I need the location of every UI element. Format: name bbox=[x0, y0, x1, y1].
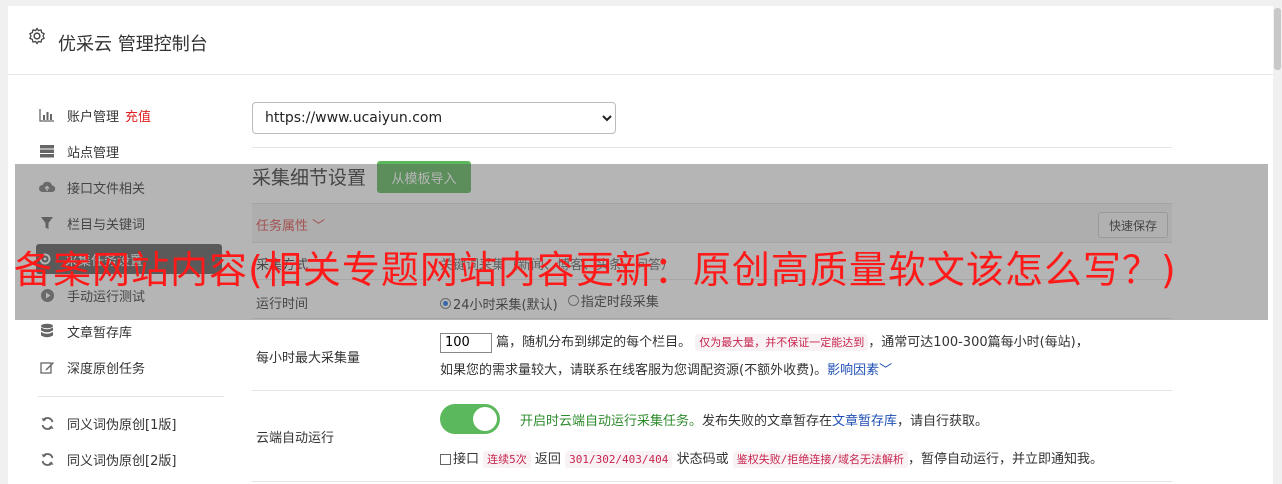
auto-pause-text: 接口 bbox=[453, 452, 480, 467]
sidebar-item-label: 站点管理 bbox=[67, 145, 120, 161]
recharge-link[interactable]: 充值 bbox=[125, 106, 151, 125]
article-store-link[interactable]: 文章暂存库 bbox=[832, 414, 897, 429]
link-label: 影响因素 bbox=[827, 363, 880, 378]
pause-tag: 鉴权失败/拒绝连接/域名无法解析 bbox=[732, 451, 908, 468]
refresh-icon bbox=[38, 415, 56, 431]
auto-run-desc: 开启时云端自动运行采集任务。发布失败的文章暂存在文章暂存库，请自行获取。 bbox=[520, 410, 988, 429]
pause-tag: 连续5次 bbox=[483, 451, 531, 468]
auto-run-text: ，请自行获取。 bbox=[897, 413, 989, 429]
sidebar-item-label: 同义词伪原创[1版] bbox=[67, 417, 177, 433]
server-icon bbox=[38, 143, 56, 159]
site-select[interactable]: https://www.ucaiyun.com bbox=[252, 102, 616, 134]
refresh-icon bbox=[38, 451, 56, 467]
auto-run-line: 开启时云端自动运行采集任务。发布失败的文章暂存在文章暂存库，请自行获取。 bbox=[440, 403, 1170, 435]
sidebar-item-synonym-v1[interactable]: 同义词伪原创[1版] bbox=[38, 408, 224, 438]
gear-icon bbox=[29, 27, 45, 45]
sidebar-item-label: 文章暂存库 bbox=[67, 325, 133, 341]
sidebar-item-deep-original[interactable]: 深度原创任务 bbox=[38, 352, 224, 382]
auto-run-text: 发布失败的文章暂存在 bbox=[702, 413, 833, 429]
row-label: 每小时最大采集量 bbox=[256, 351, 361, 366]
pause-tag: 301/302/403/404 bbox=[565, 451, 673, 468]
row-label: 云端自动运行 bbox=[256, 431, 335, 446]
overlay-title: 备案网站内容(相关专题网站内容更新：原创高质量软文该怎么写？) bbox=[14, 248, 1177, 292]
header: 优采云 管理控制台 bbox=[8, 6, 1273, 75]
max-per-hour-body: 篇，随机分布到绑定的每个栏目。 仅为最大量，并不保证一定能达到，通常可达100-… bbox=[440, 329, 1170, 385]
scrollbar-track[interactable] bbox=[1273, 6, 1282, 484]
bar-chart-icon bbox=[38, 107, 56, 123]
max-text: ，通常可达100-300篇每小时(每站)， bbox=[868, 335, 1089, 350]
sidebar-item-account[interactable]: 账户管理 充值 bbox=[38, 100, 224, 130]
database-icon bbox=[38, 323, 56, 339]
auto-run-body: 开启时云端自动运行采集任务。发布失败的文章暂存在文章暂存库，请自行获取。 接口 … bbox=[440, 403, 1170, 468]
edit-icon bbox=[38, 359, 56, 375]
auto-pause-text: ，暂停自动运行，并立即通知我。 bbox=[907, 452, 1103, 467]
auto-run-toggle[interactable] bbox=[440, 404, 500, 434]
auto-pause-text: 状态码或 bbox=[676, 452, 729, 467]
auto-pause-checkbox[interactable] bbox=[440, 454, 451, 465]
page-title: 优采云 管理控制台 bbox=[58, 34, 208, 55]
sidebar-item-label: 同义词伪原创[2版] bbox=[67, 453, 177, 469]
auto-run-green-text: 开启时云端自动运行采集任务。 bbox=[520, 413, 703, 429]
influence-factors-link[interactable]: 影响因素﹀ bbox=[827, 363, 892, 378]
max-text: 篇，随机分布到绑定的每个栏目。 bbox=[496, 335, 692, 350]
max-per-hour-input[interactable] bbox=[440, 332, 492, 353]
overlay-banner bbox=[15, 164, 1268, 320]
sidebar-divider bbox=[38, 396, 224, 397]
max-text: 如果您的需求量较大，请联系在线客服为您调配资源(不额外收费)。 bbox=[440, 363, 828, 378]
sidebar-item-article-store[interactable]: 文章暂存库 bbox=[38, 316, 224, 346]
sidebar-item-synonym-v2[interactable]: 同义词伪原创[2版] bbox=[38, 444, 224, 474]
auto-pause-line: 接口 连续5次 返回 301/302/403/404 状态码或 鉴权失败/拒绝连… bbox=[440, 448, 1170, 468]
sidebar-item-sites[interactable]: 站点管理 bbox=[38, 136, 224, 166]
max-warning-tag: 仅为最大量，并不保证一定能达到 bbox=[695, 334, 869, 351]
chevron-down-icon: ﹀ bbox=[879, 363, 893, 378]
sidebar-item-label: 深度原创任务 bbox=[67, 361, 146, 377]
scrollbar-thumb[interactable] bbox=[1274, 8, 1281, 70]
sidebar-item-label: 账户管理 bbox=[67, 109, 120, 125]
row-auto-run: 云端自动运行 开启时云端自动运行采集任务。发布失败的文章暂存在文章暂存库，请自行… bbox=[252, 391, 1172, 482]
divider bbox=[252, 147, 1172, 148]
auto-pause-text: 返回 bbox=[534, 452, 561, 467]
row-max-per-hour: 每小时最大采集量 篇，随机分布到绑定的每个栏目。 仅为最大量，并不保证一定能达到… bbox=[252, 319, 1172, 391]
